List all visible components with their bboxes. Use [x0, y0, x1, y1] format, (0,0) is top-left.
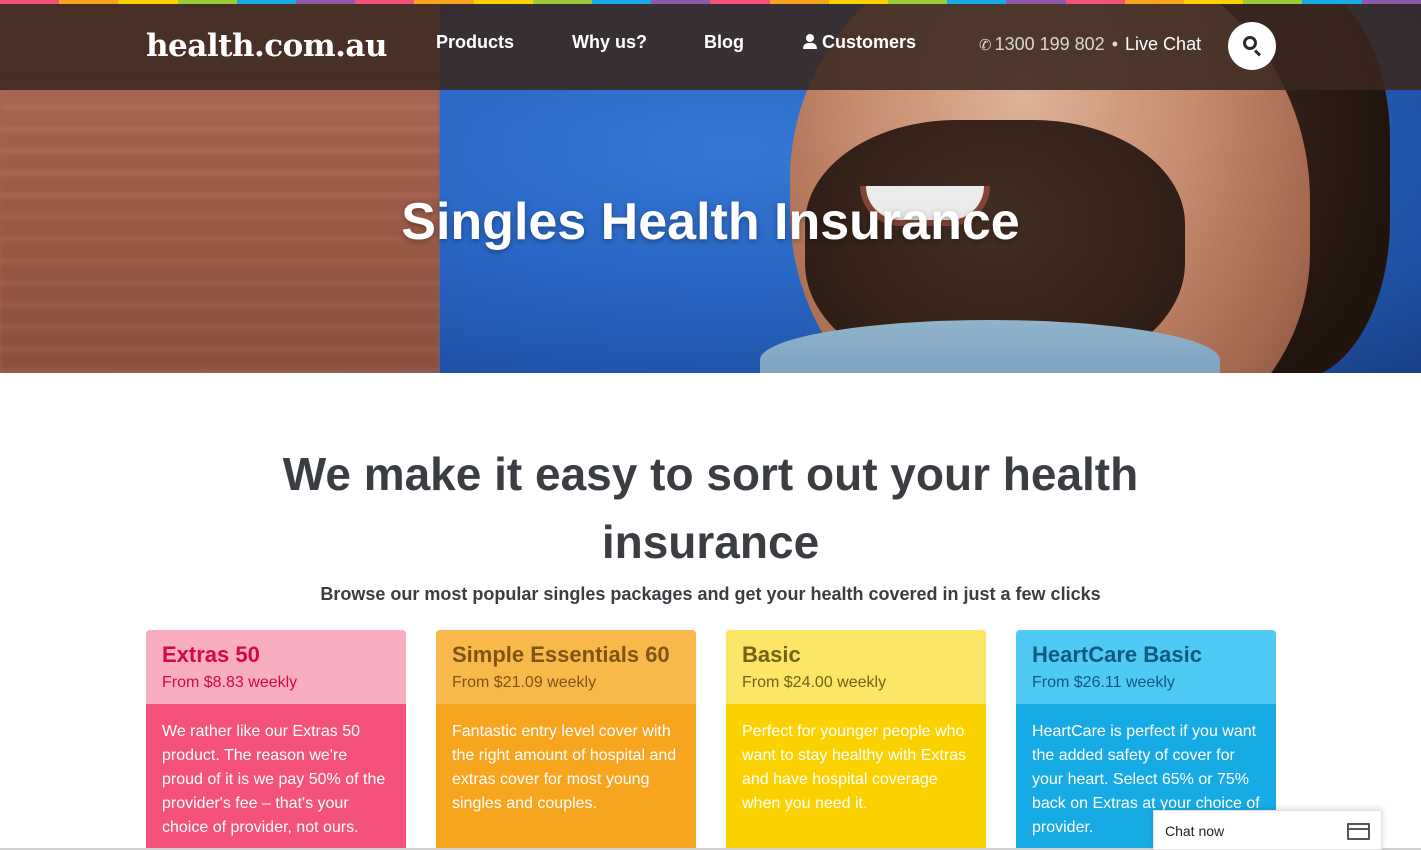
site-logo[interactable]: health.com.au	[146, 28, 388, 64]
nav-customers[interactable]: Customers	[803, 32, 916, 53]
user-icon	[803, 34, 817, 49]
window-icon[interactable]	[1347, 823, 1370, 840]
stripe-segment	[355, 0, 415, 4]
card-header: Extras 50 From $8.83 weekly	[146, 630, 406, 704]
card-title[interactable]: Simple Essentials 60	[452, 642, 680, 668]
card-price: From $8.83 weekly	[162, 674, 298, 691]
top-navigation: health.com.au Products Why us? Blog Cust…	[0, 4, 1421, 90]
card-description: We rather like our Extras 50 product. Th…	[146, 704, 406, 850]
card-title[interactable]: HeartCare Basic	[1032, 642, 1260, 668]
stripe-segment	[414, 0, 474, 4]
product-card-simple-essentials-60[interactable]: Simple Essentials 60 From $21.09 weekly …	[436, 630, 696, 850]
phone-number[interactable]: 1300 199 802	[995, 34, 1105, 54]
nav-products[interactable]: Products	[436, 32, 514, 53]
stripe-segment	[118, 0, 178, 4]
card-header: HeartCare Basic From $26.11 weekly	[1016, 630, 1276, 704]
stripe-segment	[0, 0, 60, 4]
card-title[interactable]: Basic	[742, 642, 970, 668]
stripe-segment	[888, 0, 948, 4]
search-icon	[1243, 36, 1257, 50]
stripe-segment	[1184, 0, 1244, 4]
stripe-segment	[296, 0, 356, 4]
stripe-segment	[1243, 0, 1303, 4]
live-chat-link[interactable]: Live Chat	[1125, 34, 1201, 54]
card-description: Fantastic entry level cover with the rig…	[436, 704, 696, 850]
stripe-segment	[177, 0, 237, 4]
main-subheading: Browse our most popular singles packages…	[320, 584, 1101, 604]
stripe-segment	[1361, 0, 1421, 4]
stripe-segment	[59, 0, 119, 4]
stripe-segment	[236, 0, 297, 4]
stripe-segment	[532, 0, 593, 4]
stripe-segment	[947, 0, 1007, 4]
card-price: From $24.00 weekly	[742, 674, 887, 691]
hero-title: Singles Health Insurance	[401, 193, 1020, 251]
nav-blog[interactable]: Blog	[704, 32, 744, 53]
nav-why-us[interactable]: Why us?	[572, 32, 647, 53]
stripe-segment	[1124, 0, 1185, 4]
search-icon-handle	[1253, 49, 1262, 57]
card-header: Simple Essentials 60 From $21.09 weekly	[436, 630, 696, 704]
card-price: From $26.11 weekly	[1032, 674, 1175, 691]
product-card-extras-50[interactable]: Extras 50 From $8.83 weekly We rather li…	[146, 630, 406, 850]
stripe-segment	[769, 0, 829, 4]
product-card-basic[interactable]: Basic From $24.00 weekly Perfect for you…	[726, 630, 986, 850]
stripe-segment	[1065, 0, 1125, 4]
search-button[interactable]	[1228, 22, 1276, 70]
stripe-segment	[651, 0, 711, 4]
rainbow-stripe	[0, 0, 1421, 4]
card-price: From $21.09 weekly	[452, 674, 597, 691]
stripe-segment	[473, 0, 533, 4]
stripe-segment	[1006, 0, 1066, 4]
stripe-segment	[1302, 0, 1362, 4]
stripe-segment	[828, 0, 889, 4]
contact-info: ✆ 1300 199 802 • Live Chat	[979, 34, 1201, 55]
phone-icon: ✆	[979, 37, 992, 54]
stripe-segment	[592, 0, 652, 4]
chat-now-label: Chat now	[1165, 823, 1225, 839]
card-header: Basic From $24.00 weekly	[726, 630, 986, 704]
nav-customers-label: Customers	[822, 32, 917, 52]
card-description: Perfect for younger people who want to s…	[726, 704, 986, 850]
chat-now-widget[interactable]: Chat now	[1153, 810, 1382, 850]
card-title[interactable]: Extras 50	[162, 642, 390, 668]
main-heading: We make it easy to sort out your health …	[282, 448, 1139, 568]
separator-dot: •	[1111, 34, 1119, 54]
stripe-segment	[710, 0, 770, 4]
